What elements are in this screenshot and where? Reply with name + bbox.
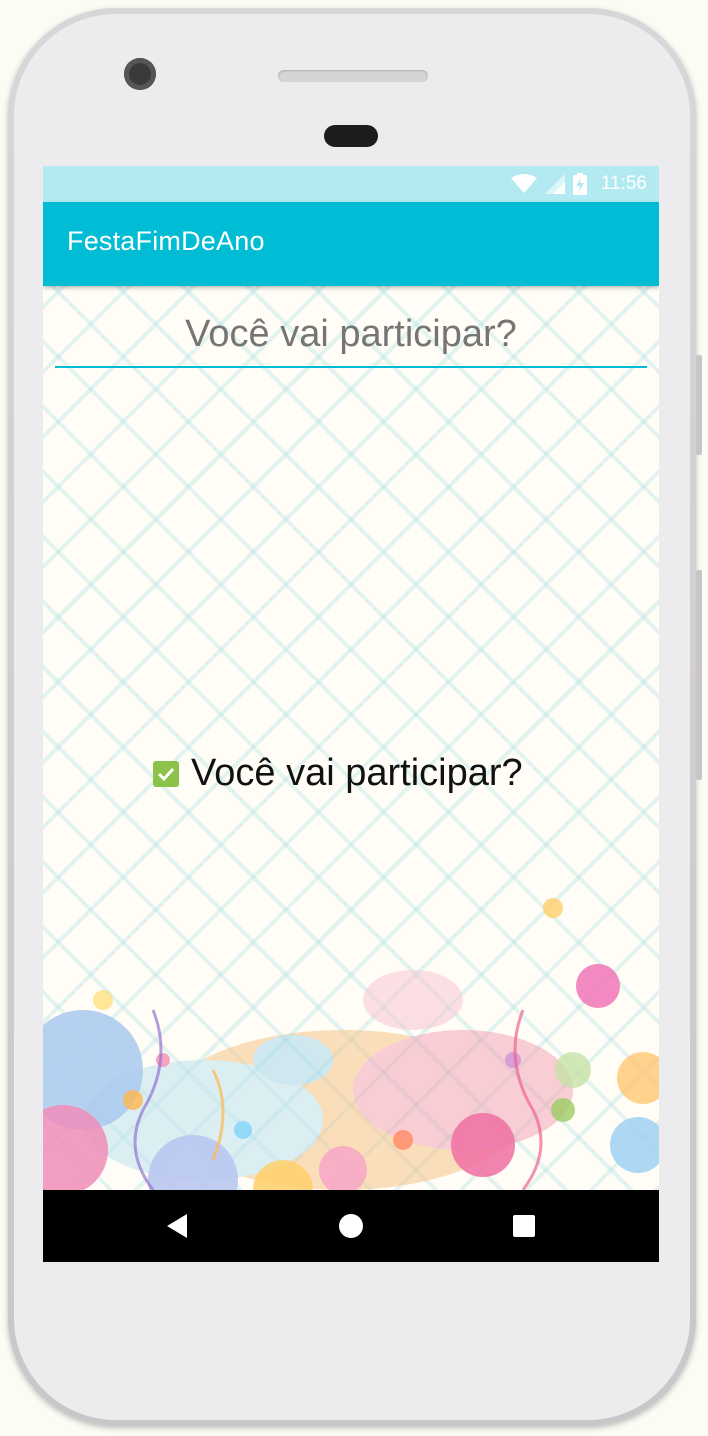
app-title: FestaFimDeAno <box>67 226 265 256</box>
participation-checkbox-label: Você vai participar? <box>191 752 523 794</box>
wifi-icon <box>510 174 537 193</box>
screen: 11:56 FestaFimDeAno Você vai participar? <box>43 166 659 1262</box>
app-bar: FestaFimDeAno <box>43 202 659 286</box>
participation-checkbox[interactable] <box>153 760 179 787</box>
participation-checkbox-row[interactable]: Você vai participar? <box>153 752 523 795</box>
check-icon <box>157 767 175 781</box>
participation-input[interactable] <box>55 302 647 368</box>
navigation-bar <box>43 1190 659 1262</box>
earpiece <box>324 125 378 147</box>
main-content: Você vai participar? <box>43 286 659 1190</box>
party-confetti-background <box>43 898 659 1190</box>
back-button[interactable] <box>137 1190 217 1262</box>
power-button <box>696 570 702 780</box>
signal-icon <box>544 174 565 194</box>
top-speaker-grille <box>278 70 428 82</box>
status-icons: 11:56 <box>510 166 647 202</box>
recents-button[interactable] <box>484 1190 564 1262</box>
volume-button <box>696 355 702 455</box>
home-icon <box>339 1214 363 1238</box>
back-icon <box>167 1214 187 1238</box>
recents-icon <box>513 1215 535 1237</box>
home-button[interactable] <box>311 1190 391 1262</box>
status-time: 11:56 <box>600 173 647 194</box>
front-camera <box>124 58 156 90</box>
status-bar: 11:56 <box>43 166 659 202</box>
battery-charging-icon <box>572 173 587 195</box>
